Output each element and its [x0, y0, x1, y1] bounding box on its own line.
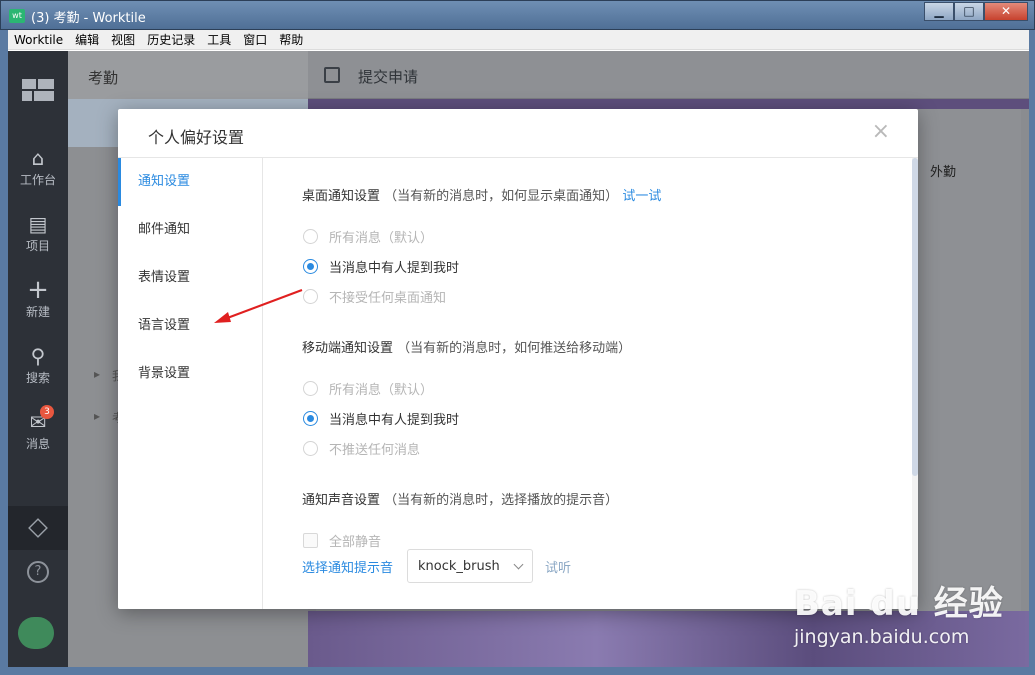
chat-icon: ✉: [29, 410, 47, 434]
mobile-option-mentions[interactable]: 当消息中有人提到我时: [303, 409, 459, 428]
try-notification-link[interactable]: 试一试: [622, 189, 661, 204]
preview-sound-link[interactable]: 试听: [545, 557, 571, 576]
radio-label: 所有消息（默认）: [329, 231, 434, 246]
menu-window[interactable]: 窗口: [237, 31, 273, 48]
unread-badge: 3: [40, 405, 54, 419]
dialog-title: 个人偏好设置: [148, 128, 245, 147]
mobile-option-none[interactable]: 不推送任何消息: [303, 439, 420, 458]
menu-view[interactable]: 视图: [105, 31, 141, 48]
sidebar-item-new[interactable]: + 新建: [8, 275, 68, 320]
window-frame-bottom: [0, 667, 1035, 675]
window-frame-left: [0, 30, 8, 675]
section-hint: （当有新的消息时，如何推送给移动端）: [397, 341, 632, 356]
desktop-notification-heading: 桌面通知设置 （当有新的消息时，如何显示桌面通知） 试一试: [302, 185, 661, 204]
menu-history[interactable]: 历史记录: [141, 31, 201, 48]
sound-notification-heading: 通知声音设置 （当有新的消息时，选择播放的提示音）: [302, 489, 618, 508]
home-icon: ⌂: [31, 146, 45, 170]
cube-icon: [28, 518, 48, 538]
radio-label: 当消息中有人提到我时: [329, 261, 460, 276]
mute-checkbox[interactable]: [303, 533, 318, 548]
background-image: [308, 611, 1029, 667]
background-strip: [308, 99, 1029, 109]
close-icon[interactable]: ×: [872, 121, 890, 143]
sound-picker-row: 选择通知提示音 knock_brush 试听: [302, 549, 571, 583]
section-hint: （当有新的消息时，如何显示桌面通知）: [384, 189, 619, 204]
radio-button[interactable]: [303, 289, 318, 304]
nav-language-settings[interactable]: 语言设置: [118, 302, 262, 350]
close-window-button[interactable]: ✕: [984, 2, 1028, 21]
sidebar-item-search[interactable]: ⚲ 搜索: [8, 345, 68, 386]
section-hint: （当有新的消息时，选择播放的提示音）: [384, 493, 619, 508]
sidebar-item-project[interactable]: ▤ 项目: [8, 213, 68, 254]
radio-button[interactable]: [303, 381, 318, 396]
dialog-header: 个人偏好设置 ×: [118, 109, 918, 158]
help-icon[interactable]: ?: [27, 561, 49, 583]
preferences-body: 桌面通知设置 （当有新的消息时，如何显示桌面通知） 试一试 所有消息（默认） 当…: [263, 158, 913, 609]
sidebar-item-workbench[interactable]: ⌂ 工作台: [8, 147, 68, 188]
window-controls: ▁ □ ✕: [924, 2, 1028, 21]
sidebar-item-label: 新建: [25, 305, 50, 319]
menu-tools[interactable]: 工具: [201, 31, 237, 48]
radio-label: 不推送任何消息: [329, 443, 421, 458]
section-title-text: 通知声音设置: [302, 493, 381, 508]
chevron-down-icon: [513, 559, 524, 569]
sound-select[interactable]: knock_brush: [407, 549, 534, 583]
collapse-arrow-icon: ▸: [94, 409, 101, 423]
menu-worktile[interactable]: Worktile: [8, 33, 69, 47]
sidebar-item-label: 工作台: [19, 173, 56, 187]
project-box-icon: ▤: [28, 212, 48, 236]
nav-emoji-settings[interactable]: 表情设置: [118, 254, 262, 302]
desktop-option-mentions[interactable]: 当消息中有人提到我时: [303, 257, 459, 276]
avatar[interactable]: [18, 617, 54, 649]
dialog-scrollbar[interactable]: [912, 158, 918, 609]
scrollbar-thumb[interactable]: [912, 158, 918, 476]
radio-button-checked[interactable]: [303, 411, 318, 426]
nav-email-notification[interactable]: 邮件通知: [118, 206, 262, 254]
radio-button-checked[interactable]: [303, 259, 318, 274]
section-title-text: 桌面通知设置: [302, 189, 381, 204]
section-title-text: 移动端通知设置: [302, 341, 394, 356]
field-work-tab[interactable]: 外勤: [930, 161, 956, 180]
desktop-option-all[interactable]: 所有消息（默认）: [303, 227, 433, 246]
collapse-arrow-icon: ▸: [94, 367, 101, 381]
mobile-notification-heading: 移动端通知设置 （当有新的消息时，如何推送给移动端）: [302, 337, 631, 356]
worktile-logo-icon[interactable]: [22, 79, 54, 101]
radio-button[interactable]: [303, 441, 318, 456]
preferences-dialog: 个人偏好设置 × 通知设置 邮件通知 表情设置 语言设置 背景设置 桌面通知设置…: [118, 109, 918, 609]
minimize-button[interactable]: ▁: [924, 2, 954, 21]
window-title: (3) 考勤 - Worktile: [31, 11, 146, 26]
mute-all-option[interactable]: 全部静音: [303, 531, 381, 550]
menu-edit[interactable]: 编辑: [69, 31, 105, 48]
apps-button[interactable]: [8, 506, 68, 550]
sound-select-value: knock_brush: [418, 558, 500, 574]
search-icon: ⚲: [30, 344, 46, 368]
maximize-button[interactable]: □: [954, 2, 984, 21]
window-titlebar: wt (3) 考勤 - Worktile ▁ □ ✕: [0, 0, 1035, 30]
sidebar-item-messages[interactable]: ✉ 3 消息: [8, 405, 68, 452]
edit-icon: [324, 67, 340, 83]
radio-label: 不接受任何桌面通知: [329, 291, 447, 306]
app-sidebar: ⌂ 工作台 ▤ 项目 + 新建 ⚲ 搜索 ✉ 3 消息 ?: [8, 51, 68, 667]
preferences-nav: 通知设置 邮件通知 表情设置 语言设置 背景设置: [118, 158, 263, 609]
menu-help[interactable]: 帮助: [273, 31, 309, 48]
desktop-option-none[interactable]: 不接受任何桌面通知: [303, 287, 446, 306]
mobile-option-all[interactable]: 所有消息（默认）: [303, 379, 433, 398]
sidebar-item-label: 搜索: [25, 371, 50, 385]
radio-button[interactable]: [303, 229, 318, 244]
checkbox-label: 全部静音: [329, 535, 382, 550]
sidebar-item-label: 消息: [25, 437, 50, 451]
attendance-panel-title: 考勤: [88, 69, 119, 87]
plus-icon: +: [27, 275, 49, 305]
nav-notification-settings[interactable]: 通知设置: [118, 158, 262, 206]
page-title: 提交申请: [358, 68, 419, 86]
sidebar-item-label: 项目: [25, 239, 50, 253]
radio-label: 当消息中有人提到我时: [329, 413, 460, 428]
nav-background-settings[interactable]: 背景设置: [118, 350, 262, 398]
menu-bar: Worktile 编辑 视图 历史记录 工具 窗口 帮助: [8, 30, 1029, 50]
choose-sound-link[interactable]: 选择通知提示音: [302, 557, 393, 576]
window-frame-right: [1029, 30, 1035, 675]
worktile-app-icon: wt: [9, 9, 25, 23]
radio-label: 所有消息（默认）: [329, 383, 434, 398]
